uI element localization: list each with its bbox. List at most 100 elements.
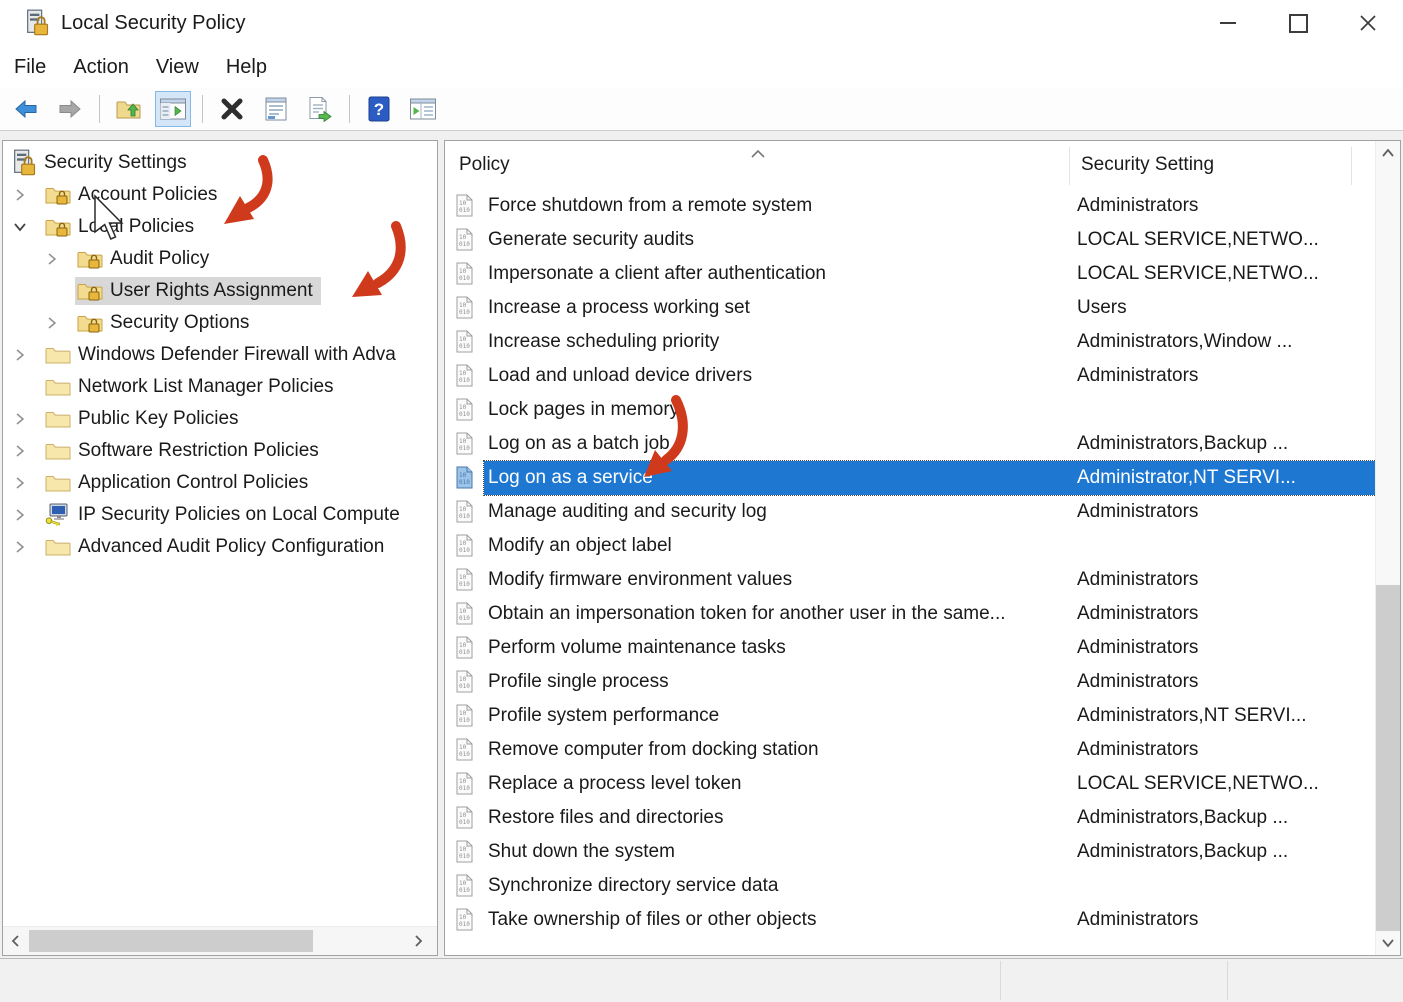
chevron-right-icon[interactable]	[13, 412, 43, 426]
tree-item-public-key-policies[interactable]: Public Key Policies	[3, 403, 437, 435]
tree-horizontal-scrollbar[interactable]	[3, 926, 437, 955]
policy-row-remove-computer-from-docking-station[interactable]: 10 010 Remove computer from docking statio…	[445, 733, 1376, 767]
properties-button[interactable]	[258, 91, 294, 127]
policy-row-modify-an-object-label[interactable]: 10 010 Modify an object label	[445, 529, 1376, 563]
menu-help[interactable]: Help	[226, 56, 267, 79]
policy-doc-icon: 10 010	[455, 806, 475, 830]
svg-text:010: 010	[459, 479, 470, 486]
tree-item-local-policies[interactable]: Local Policies	[3, 211, 437, 243]
export-list-button[interactable]	[302, 91, 338, 127]
chevron-down-icon[interactable]	[13, 220, 43, 234]
svg-text:010: 010	[459, 921, 470, 928]
chevron-right-icon[interactable]	[13, 540, 43, 554]
tree-item-security-options[interactable]: Security Options	[3, 307, 437, 339]
policy-name: Shut down the system	[488, 841, 675, 862]
policy-row-log-on-as-a-service[interactable]: 10 010 Log on as a service Administrator,NT…	[445, 460, 1376, 496]
show-console-tree-button[interactable]	[155, 91, 191, 127]
policy-row-modify-firmware-environment-values[interactable]: 10 010 Modify firmware environment values A…	[445, 563, 1376, 597]
svg-text:010: 010	[459, 853, 470, 860]
policy-row-increase-a-process-working-set[interactable]: 10 010 Increase a process working set Users	[445, 291, 1376, 325]
security-setting-value: LOCAL SERVICE,NETWO...	[1077, 229, 1319, 250]
chevron-right-icon[interactable]	[45, 252, 75, 266]
policy-row-profile-single-process[interactable]: 10 010 Profile single process Administrator…	[445, 665, 1376, 699]
column-header-policy[interactable]: Policy	[459, 154, 510, 176]
scrollbar-thumb[interactable]	[29, 930, 313, 952]
policy-row-perform-volume-maintenance-tasks[interactable]: 10 010 Perform volume maintenance tasks Adm…	[445, 631, 1376, 665]
scroll-up-arrow-icon[interactable]	[1376, 147, 1400, 159]
svg-text:10: 10	[459, 778, 467, 785]
svg-text:10: 10	[459, 710, 467, 717]
up-one-level-button[interactable]	[111, 91, 147, 127]
svg-text:10: 10	[459, 438, 467, 445]
chevron-right-icon[interactable]	[13, 348, 43, 362]
chevron-right-icon[interactable]	[13, 188, 43, 202]
policy-row-shut-down-the-system[interactable]: 10 010 Shut down the system Administrators,…	[445, 835, 1376, 869]
policy-row-replace-a-process-level-token[interactable]: 10 010 Replace a process level token LOCAL …	[445, 767, 1376, 801]
policy-doc-icon: 10 010	[455, 670, 475, 694]
new-window-button[interactable]	[405, 91, 441, 127]
policy-name: Increase scheduling priority	[488, 331, 720, 352]
chevron-right-icon[interactable]	[13, 444, 43, 458]
svg-text:010: 010	[459, 377, 470, 384]
main-area: Security Settings Account Policies Local P…	[0, 131, 1403, 958]
tree-item-software-restriction-policies[interactable]: Software Restriction Policies	[3, 435, 437, 467]
chevron-right-icon[interactable]	[45, 316, 75, 330]
list-header: Policy Security Setting	[445, 141, 1376, 189]
maximize-button[interactable]	[1263, 0, 1333, 46]
folder-icon	[45, 471, 71, 495]
tree-item-label: Public Key Policies	[78, 408, 239, 429]
minimize-button[interactable]	[1193, 0, 1263, 46]
tree-item-advanced-audit-policy-configuration[interactable]: Advanced Audit Policy Configuration	[3, 531, 437, 563]
policy-doc-icon: 10 010	[455, 840, 475, 864]
scrollbar-thumb[interactable]	[1376, 585, 1400, 931]
policy-name: Remove computer from docking station	[488, 739, 819, 760]
policy-row-generate-security-audits[interactable]: 10 010 Generate security audits LOCAL SERVI…	[445, 223, 1376, 257]
chevron-right-icon[interactable]	[13, 508, 43, 522]
tree-item-ip-security-policies-on-local-compute[interactable]: IP Security Policies on Local Compute	[3, 499, 437, 531]
back-icon	[15, 99, 37, 119]
policy-row-force-shutdown-from-a-remote-system[interactable]: 10 010 Force shutdown from a remote system…	[445, 189, 1376, 223]
security-setting-value: Administrators	[1077, 569, 1199, 590]
tree-item-user-rights-assignment[interactable]: User Rights Assignment	[3, 275, 437, 307]
chevron-right-icon[interactable]	[13, 476, 43, 490]
policy-row-take-ownership-of-files-or-other-objects[interactable]: 10 010 Take ownership of files or other ob…	[445, 903, 1376, 937]
column-divider[interactable]	[1069, 147, 1070, 185]
show-console-tree-icon	[160, 98, 186, 120]
scroll-down-arrow-icon[interactable]	[1376, 937, 1400, 949]
policy-row-increase-scheduling-priority[interactable]: 10 010 Increase scheduling priority Adminis…	[445, 325, 1376, 359]
tree-item-audit-policy[interactable]: Audit Policy	[3, 243, 437, 275]
policy-row-lock-pages-in-memory[interactable]: 10 010 Lock pages in memory	[445, 393, 1376, 427]
policy-row-obtain-an-impersonation-token-for-another-user-in-the-same[interactable]: 10 010 Obtain an impersonation token for a…	[445, 597, 1376, 631]
scroll-left-arrow-icon[interactable]	[5, 927, 27, 955]
tree-item-application-control-policies[interactable]: Application Control Policies	[3, 467, 437, 499]
tree-item-security-settings[interactable]: Security Settings	[3, 147, 437, 179]
forward-button[interactable]	[52, 91, 88, 127]
scroll-right-arrow-icon[interactable]	[407, 927, 429, 955]
policy-row-profile-system-performance[interactable]: 10 010 Profile system performance Administr…	[445, 699, 1376, 733]
security-setting-value: Administrators,Backup ...	[1077, 807, 1289, 828]
security-setting-value: Administrators	[1077, 501, 1199, 522]
policy-row-manage-auditing-and-security-log[interactable]: 10 010 Manage auditing and security log Adm…	[445, 495, 1376, 529]
list-vertical-scrollbar[interactable]	[1375, 141, 1400, 955]
policy-row-restore-files-and-directories[interactable]: 10 010 Restore files and directories Admini…	[445, 801, 1376, 835]
policy-row-load-and-unload-device-drivers[interactable]: 10 010 Load and unload device drivers Admin…	[445, 359, 1376, 393]
column-divider[interactable]	[1351, 147, 1352, 185]
tree-item-windows-defender-firewall-with-adva[interactable]: Windows Defender Firewall with Adva	[3, 339, 437, 371]
policy-row-log-on-as-a-batch-job[interactable]: 10 010 Log on as a batch job Administrators…	[445, 427, 1376, 461]
svg-text:10: 10	[459, 370, 467, 377]
menu-file[interactable]: File	[14, 56, 46, 79]
back-button[interactable]	[8, 91, 44, 127]
svg-text:010: 010	[459, 819, 470, 826]
column-header-security-setting[interactable]: Security Setting	[1081, 154, 1214, 176]
delete-button[interactable]	[214, 91, 250, 127]
tree-item-account-policies[interactable]: Account Policies	[3, 179, 437, 211]
close-button[interactable]	[1333, 0, 1403, 46]
tree-item-network-list-manager-policies[interactable]: Network List Manager Policies	[3, 371, 437, 403]
menu-action[interactable]: Action	[73, 56, 129, 79]
svg-text:010: 010	[459, 887, 470, 894]
help-button[interactable]: ?	[361, 91, 397, 127]
menu-view[interactable]: View	[156, 56, 199, 79]
policy-row-impersonate-a-client-after-authentication[interactable]: 10 010 Impersonate a client after authenti…	[445, 257, 1376, 291]
policy-row-synchronize-directory-service-data[interactable]: 10 010 Synchronize directory service data	[445, 869, 1376, 903]
policy-doc-icon: 10 010	[455, 874, 475, 898]
